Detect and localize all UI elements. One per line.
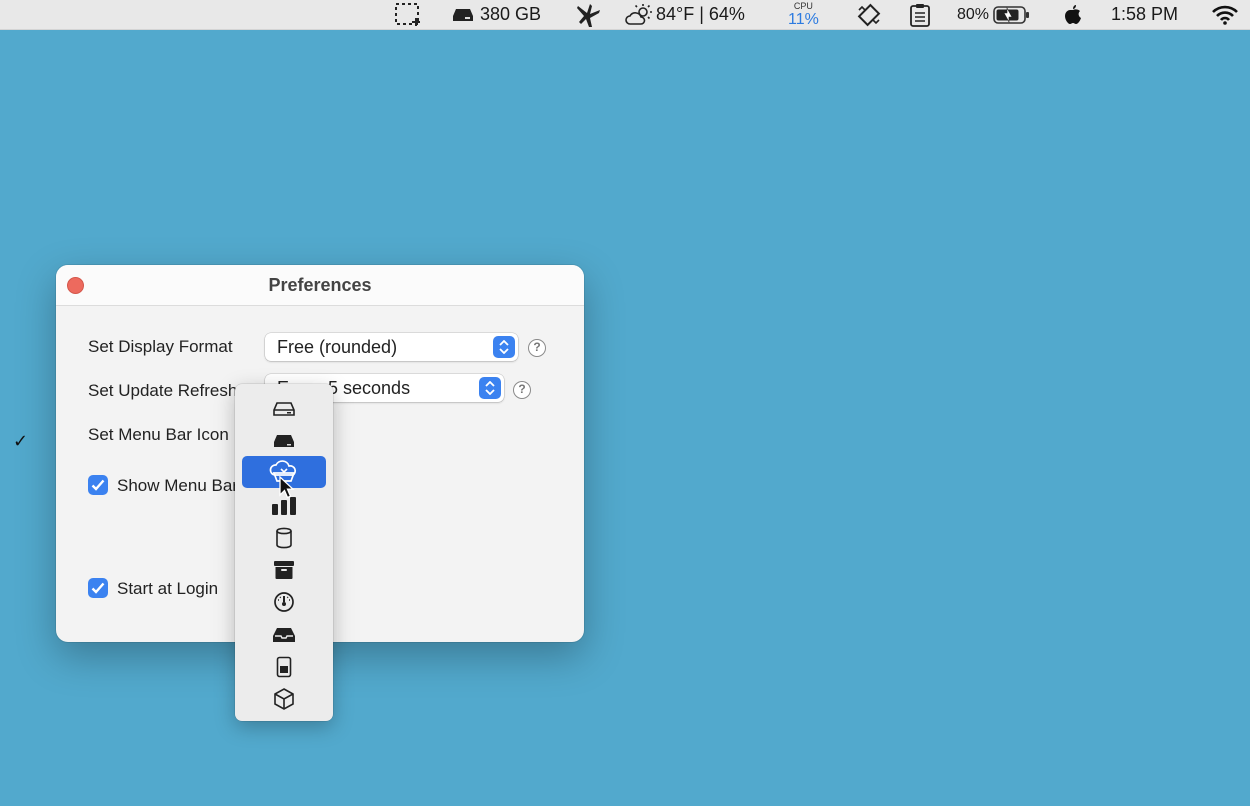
show-menu-bar-label: Show Menu Bar — [117, 476, 238, 495]
weather-icon — [625, 3, 652, 25]
title-bar: Preferences — [56, 265, 584, 306]
chevron-up-down-icon — [493, 336, 515, 358]
tray-icon — [273, 628, 295, 642]
update-refresh-help-icon[interactable]: ? — [513, 381, 531, 399]
wifi-icon[interactable] — [1211, 0, 1239, 29]
menu-item-cylinder[interactable] — [235, 522, 333, 554]
clock-time: 1:58 PM — [1111, 4, 1179, 24]
drive-filled-icon — [274, 435, 294, 447]
menu-bar-icon-label: Set Menu Bar Icon — [88, 425, 229, 444]
sd-card-icon — [276, 656, 292, 678]
app-figure-icon[interactable] — [574, 0, 604, 29]
menu-bar-icon-dropdown — [235, 384, 333, 721]
window-title: Preferences — [268, 275, 372, 295]
start-at-login-label: Start at Login — [117, 579, 219, 598]
checkmark-icon — [91, 479, 105, 491]
apple-icon[interactable] — [1061, 0, 1085, 29]
menu-item-gauge[interactable] — [235, 586, 333, 618]
weather-item[interactable]: 84°F | 64% — [624, 0, 745, 29]
menu-bar: 380 GB 84°F | 64% CPU 11% 80% 1:58 PM — [0, 0, 1250, 30]
clock[interactable]: 1:58 PM — [1111, 0, 1178, 29]
gauge-icon — [274, 592, 294, 612]
show-menu-bar-checkbox[interactable] — [88, 475, 108, 495]
display-format-label: Set Display Format — [88, 337, 233, 356]
cpu-value: 11% — [788, 10, 819, 28]
menu-item-sd-card[interactable] — [235, 651, 333, 683]
menu-item-tray[interactable] — [235, 619, 333, 651]
cpu-monitor[interactable]: CPU 11% — [788, 0, 819, 29]
disk-free-text: 380 GB — [480, 4, 542, 24]
display-format-value: Free (rounded) — [277, 337, 398, 357]
archive-box-icon — [274, 561, 294, 579]
menu-item-cube[interactable] — [235, 683, 333, 715]
weather-text: 84°F | 64% — [656, 4, 745, 24]
display-format-help-icon[interactable]: ? — [528, 339, 546, 357]
menu-item-drive-outline[interactable] — [235, 393, 333, 425]
drive-outline-icon — [273, 402, 295, 416]
clipboard-icon[interactable] — [909, 0, 931, 29]
chevron-up-down-icon — [479, 377, 501, 399]
menu-item-drive-filled[interactable] — [235, 425, 333, 457]
screenshot-icon[interactable] — [394, 0, 424, 29]
battery-percent: 80% — [957, 5, 990, 23]
rotate-icon[interactable] — [856, 0, 882, 29]
display-format-popup[interactable]: Free (rounded) — [265, 333, 518, 361]
cylinder-icon — [276, 527, 292, 549]
update-refresh-label: Set Update Refresh — [88, 381, 238, 400]
disk-icon — [453, 8, 473, 21]
menu-item-archive-box[interactable] — [235, 554, 333, 586]
cube-icon — [274, 688, 294, 710]
start-at-login-checkbox[interactable] — [88, 578, 108, 598]
battery-item[interactable]: 80% — [957, 0, 1031, 29]
battery-icon — [993, 5, 1030, 24]
selected-checkmark: ✓ — [13, 431, 29, 451]
mouse-pointer-icon — [279, 475, 295, 505]
checkmark-icon — [91, 582, 105, 594]
disk-usage-item[interactable]: 380 GB — [452, 0, 541, 29]
cpu-label: CPU — [793, 0, 813, 11]
